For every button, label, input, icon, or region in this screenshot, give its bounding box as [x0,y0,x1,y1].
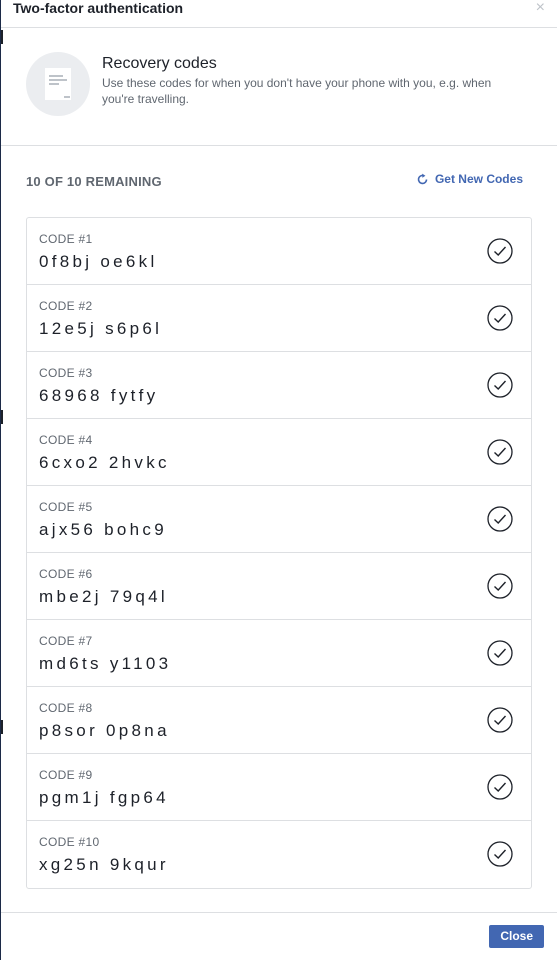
close-icon[interactable]: × [536,0,545,16]
footer-divider [1,912,557,913]
code-label: CODE #8 [39,701,93,715]
code-label: CODE #3 [39,366,93,380]
code-row: CODE #8 p8sor 0p8na [27,687,531,754]
code-label: CODE #7 [39,634,93,648]
refresh-icon [417,173,428,184]
get-new-codes-label: Get New Codes [434,172,523,186]
recovery-codes-list: CODE #1 0f8bj oe6kl CODE #2 12e5j s6p6l … [26,217,532,889]
checkmark-circle-icon [487,774,513,800]
checkmark-circle-icon [487,573,513,599]
code-row: CODE #7 md6ts y1103 [27,620,531,687]
background-edge-mark [1,410,3,424]
code-row: CODE #4 6cxo2 2hvkc [27,419,531,486]
code-label: CODE #1 [39,232,93,246]
code-row: CODE #10 xg25n 9kqur [27,821,531,888]
close-button[interactable]: Close [489,925,544,948]
checkmark-circle-icon [487,841,513,867]
intro-description: Use these codes for when you don't have … [102,76,492,106]
code-value: ajx56 bohc9 [39,520,167,539]
get-new-codes-link[interactable]: Get New Codes [416,172,523,186]
checkmark-circle-icon [487,238,513,264]
code-row: CODE #2 12e5j s6p6l [27,285,531,352]
code-value: 0f8bj oe6kl [39,252,158,271]
code-value: 12e5j s6p6l [39,319,163,338]
code-row: CODE #1 0f8bj oe6kl [27,218,531,285]
checkmark-circle-icon [487,707,513,733]
code-label: CODE #6 [39,567,93,581]
remaining-count: 10 OF 10 REMAINING [26,174,162,189]
dialog-titlebar: Two-factor authentication × [1,0,557,28]
code-value: 68968 fytfy [39,386,159,405]
code-value: pgm1j fgp64 [39,788,169,807]
background-edge-mark [1,720,3,734]
code-row: CODE #6 mbe2j 79q4l [27,553,531,620]
checkmark-circle-icon [487,439,513,465]
two-factor-dialog: Two-factor authentication × Recovery cod… [0,0,557,960]
code-value: xg25n 9kqur [39,855,169,874]
code-value: 6cxo2 2hvkc [39,453,170,472]
code-label: CODE #4 [39,433,93,447]
code-row: CODE #3 68968 fytfy [27,352,531,419]
code-value: p8sor 0p8na [39,721,170,740]
checkmark-circle-icon [487,305,513,331]
checkmark-circle-icon [487,640,513,666]
dialog-title: Two-factor authentication [13,0,184,16]
checkmark-circle-icon [487,372,513,398]
checkmark-circle-icon [487,506,513,532]
code-label: CODE #9 [39,768,93,782]
note-icon [26,52,90,116]
code-row: CODE #9 pgm1j fgp64 [27,754,531,821]
intro-section: Recovery codes Use these codes for when … [1,28,557,146]
code-value: mbe2j 79q4l [39,587,168,606]
code-label: CODE #5 [39,500,93,514]
code-value: md6ts y1103 [39,654,172,673]
code-row: CODE #5 ajx56 bohc9 [27,486,531,553]
code-label: CODE #2 [39,299,93,313]
code-label: CODE #10 [39,835,100,849]
intro-heading: Recovery codes [102,55,217,72]
